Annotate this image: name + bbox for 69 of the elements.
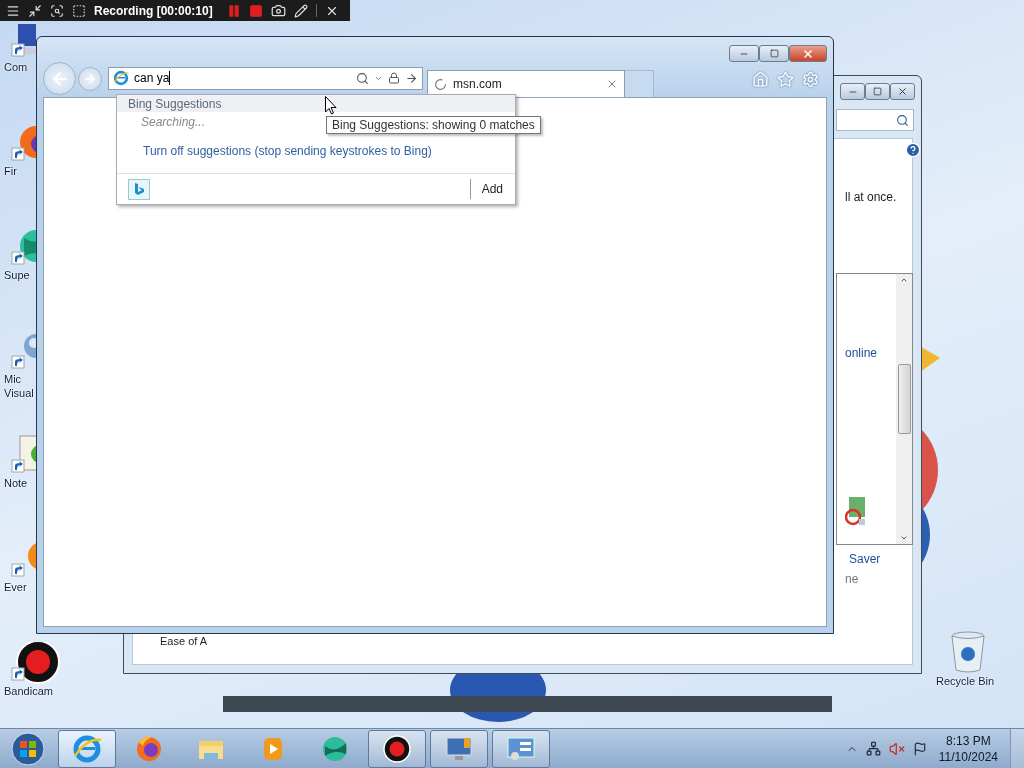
desktop-icon-label: Com (4, 60, 28, 74)
volume-muted-icon[interactable] (888, 740, 905, 757)
camera-icon[interactable] (270, 3, 286, 18)
scrollbar-thumb[interactable] (897, 364, 911, 434)
desktop-icon-label: Recycle Bin (936, 674, 995, 688)
desktop-icon-label: Supe (4, 268, 30, 282)
maximize-button[interactable] (865, 83, 890, 100)
scroll-up-icon[interactable] (900, 276, 908, 284)
desktop-icon-label: Mic Visual (4, 372, 34, 400)
desktop-icon-label: Ever (4, 580, 27, 594)
description-text: ll at once. (845, 190, 897, 204)
arrow-right-icon (83, 71, 97, 86)
address-field[interactable]: can ya (108, 66, 423, 90)
maximize-icon (873, 87, 882, 96)
close-icon (897, 86, 908, 97)
app-icon (382, 733, 412, 764)
taskbar-app[interactable] (368, 729, 426, 768)
loading-icon (434, 77, 447, 91)
turn-off-suggestions-link[interactable]: Turn off suggestions (stop sending keystrokes to Bing) (117, 132, 515, 158)
close-button[interactable] (890, 83, 915, 100)
search-icon[interactable] (896, 113, 909, 127)
go-icon[interactable] (405, 71, 418, 85)
desktop-icon-label: Note (4, 476, 28, 490)
desktop-icon-label: Bandicam (4, 684, 53, 698)
home-icon[interactable] (752, 71, 769, 88)
stop-icon[interactable] (248, 3, 263, 18)
item-subtitle: ne (845, 572, 859, 586)
settings-icon[interactable] (802, 71, 819, 88)
app-icon (72, 733, 102, 764)
search-field[interactable] (836, 109, 914, 131)
maximize-icon (769, 49, 779, 58)
region-icon[interactable] (72, 3, 86, 18)
minimize-button[interactable] (729, 45, 759, 62)
scroll-down-icon[interactable] (900, 534, 908, 542)
browser-icon (113, 70, 129, 86)
scrollbar[interactable] (896, 274, 912, 544)
shortcut-icon[interactable] (10, 642, 60, 684)
desktop-icon-label: Fir (4, 164, 17, 178)
item-title[interactable]: Saver (849, 552, 881, 566)
minimize-button[interactable] (840, 83, 865, 100)
flag-icon[interactable] (912, 741, 927, 756)
zoom-region-icon[interactable] (50, 3, 64, 18)
network-icon[interactable] (865, 741, 881, 756)
menu-icon[interactable] (6, 3, 20, 18)
tooltip: Bing Suggestions: showing 0 matches (326, 116, 541, 134)
suggestions-header: Bing Suggestions (117, 95, 515, 112)
bing-icon[interactable] (128, 178, 150, 200)
searching-status: Searching... (140, 114, 207, 131)
shrink-icon[interactable] (28, 3, 42, 18)
windows-logo (11, 731, 45, 766)
browser-tab[interactable]: msn.com (427, 70, 625, 97)
address-text: can ya (134, 70, 172, 86)
bing-logo (133, 182, 145, 196)
recording-status: Recording [00:00:10] (94, 3, 213, 18)
help-icon[interactable] (905, 142, 921, 158)
lock-icon (388, 72, 400, 84)
maximize-button[interactable] (759, 45, 789, 62)
clock[interactable]: 8:13 PM 11/10/2024 (934, 732, 1002, 765)
close-button[interactable] (789, 45, 827, 62)
star-icon[interactable] (777, 71, 794, 88)
footer-text: Ease of A (160, 635, 208, 647)
pause-icon[interactable] (226, 3, 241, 18)
recycle-bin-icon[interactable] (949, 630, 988, 674)
pencil-icon[interactable] (293, 3, 308, 18)
close-tab-icon[interactable] (606, 78, 618, 90)
close-icon (802, 47, 814, 60)
link[interactable]: online (845, 346, 878, 360)
search-icon[interactable] (356, 71, 369, 85)
add-button[interactable]: Add (469, 179, 511, 199)
